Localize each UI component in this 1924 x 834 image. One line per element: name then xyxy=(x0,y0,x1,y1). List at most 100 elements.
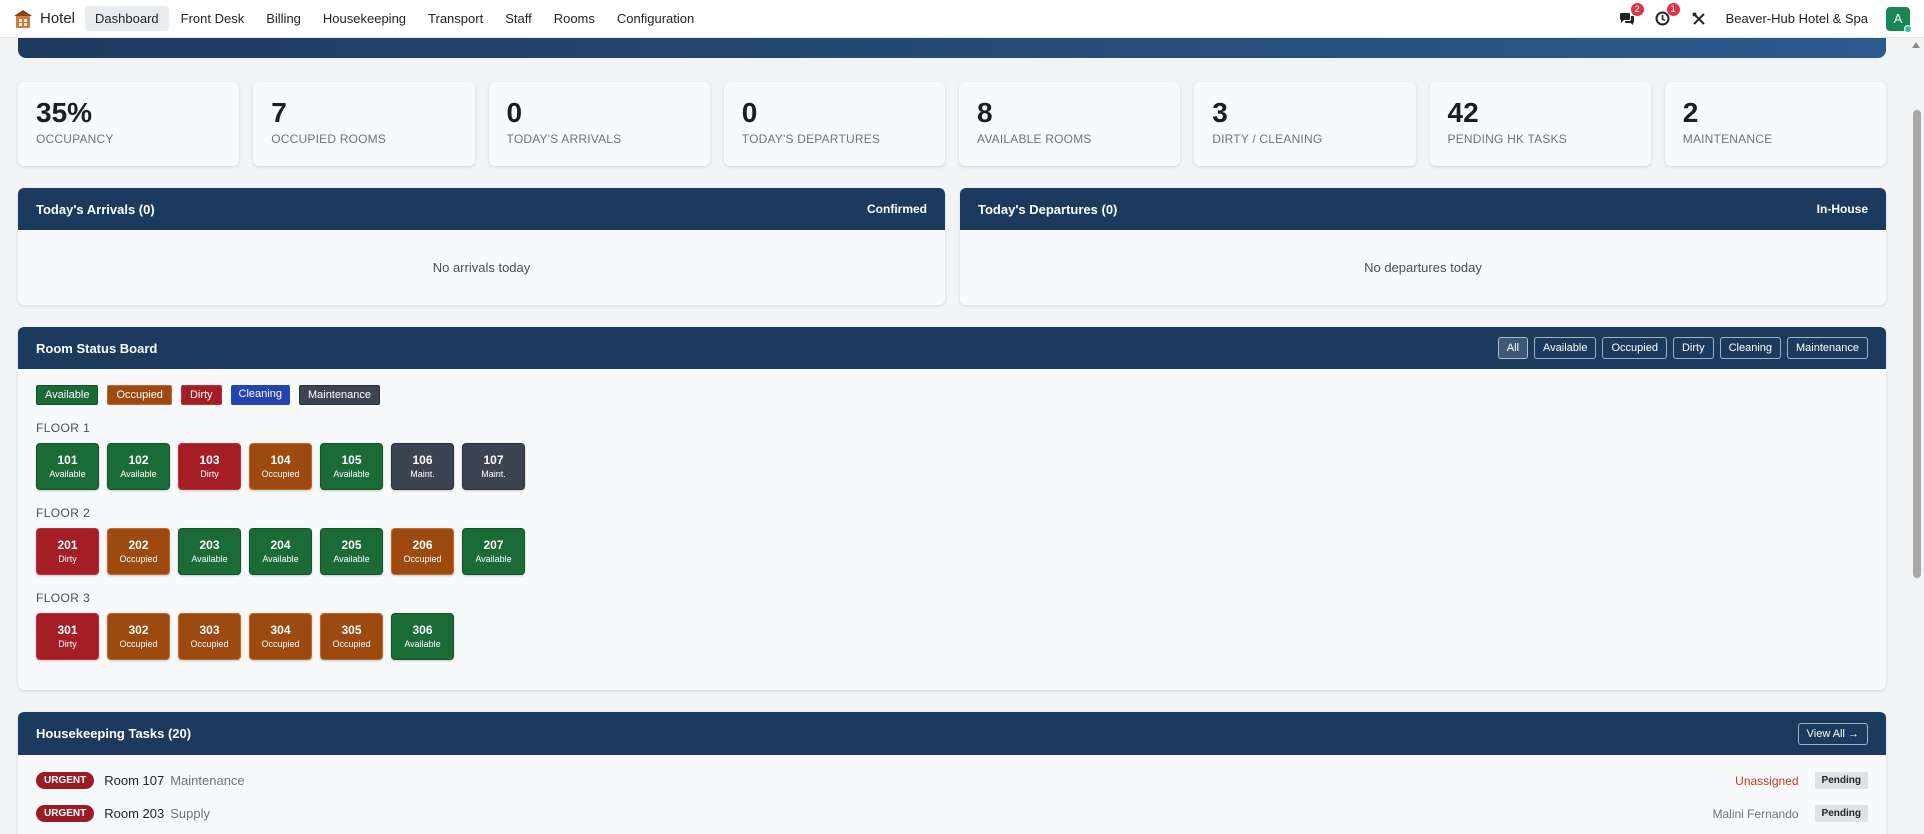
room-number: 201 xyxy=(57,538,78,552)
alerts-button[interactable]: 1 xyxy=(1654,2,1680,28)
room-tile[interactable]: 105 Available xyxy=(320,443,383,490)
filter-available-button[interactable]: Available xyxy=(1534,337,1597,359)
room-tile[interactable]: 107 Maint. xyxy=(462,443,525,490)
messages-badge: 2 xyxy=(1630,2,1644,16)
brand[interactable]: Hotel xyxy=(14,9,75,28)
room-status: Available xyxy=(333,554,370,564)
room-tile[interactable]: 207 Available xyxy=(462,528,525,575)
room-status: Occupied xyxy=(119,639,158,649)
room-tile[interactable]: 205 Available xyxy=(320,528,383,575)
room-tile[interactable]: 302 Occupied xyxy=(107,613,170,660)
room-tile[interactable]: 103 Dirty xyxy=(178,443,241,490)
legend-occupied: Occupied xyxy=(107,385,172,405)
panel-title: Room Status Board xyxy=(36,340,158,356)
stat-value: 35% xyxy=(36,97,93,128)
view-all-button[interactable]: View All → xyxy=(1797,722,1868,745)
room-number: 202 xyxy=(128,538,149,552)
user-avatar[interactable]: A xyxy=(1886,6,1912,33)
room-number: 207 xyxy=(483,538,504,552)
priority-badge: URGENT xyxy=(36,772,95,789)
room-tile[interactable]: 305 Occupied xyxy=(320,613,383,660)
filter-dirty-button[interactable]: Dirty xyxy=(1672,337,1714,359)
room-status: Dirty xyxy=(200,469,219,479)
room-tile[interactable]: 102 Available xyxy=(107,443,170,490)
panel-header: Room Status Board All Available Occupied… xyxy=(18,327,1886,369)
messages-button[interactable]: 2 xyxy=(1618,2,1644,28)
room-status: Available xyxy=(191,554,228,564)
tools-button[interactable] xyxy=(1690,10,1708,28)
task-assignee: Unassigned xyxy=(1735,773,1799,788)
stat-value: 42 xyxy=(1447,97,1479,128)
room-status: Occupied xyxy=(190,639,229,649)
room-tile[interactable]: 301 Dirty xyxy=(36,613,99,660)
filter-cleaning-button[interactable]: Cleaning xyxy=(1719,337,1781,359)
floor-2-rooms: 201 Dirty 202 Occupied 203 Available 204 Ava… xyxy=(36,528,1886,575)
task-room: Room 203 xyxy=(104,806,165,821)
room-status: Maint. xyxy=(481,469,506,479)
stat-card-departures: 0 Today's Departures xyxy=(723,82,945,166)
room-status: Occupied xyxy=(261,639,300,649)
panel-header: Housekeeping Tasks (20) View All → xyxy=(18,712,1886,755)
stat-value: 3 xyxy=(1212,97,1228,128)
avatar-initial: A xyxy=(1893,11,1903,26)
legend-maintenance: Maintenance xyxy=(298,385,380,405)
stat-value: 7 xyxy=(271,97,287,128)
task-room: Room 107 xyxy=(104,773,165,788)
room-tile[interactable]: 206 Occupied xyxy=(391,528,454,575)
room-tile[interactable]: 306 Available xyxy=(391,613,454,660)
welcome-banner xyxy=(18,38,1886,58)
floor-label: FLOOR 1 xyxy=(36,421,91,435)
panel-title: Housekeeping Tasks (20) xyxy=(36,726,192,741)
room-status: Occupied xyxy=(119,554,158,564)
stat-value: 0 xyxy=(506,97,523,128)
room-status: Available xyxy=(333,469,370,479)
room-tile[interactable]: 106 Maint. xyxy=(391,443,454,490)
room-tile[interactable]: 101 Available xyxy=(36,443,99,490)
nav-housekeeping[interactable]: Housekeeping xyxy=(313,6,416,31)
scrollbar-thumb[interactable] xyxy=(1913,110,1921,578)
room-tile[interactable]: 303 Occupied xyxy=(178,613,241,660)
room-tile[interactable]: 201 Dirty xyxy=(36,528,99,575)
nav-rooms[interactable]: Rooms xyxy=(544,6,605,31)
nav-configuration[interactable]: Configuration xyxy=(607,6,704,31)
stats-row: 35% Occupancy 7 Occupied Rooms 0 Today's… xyxy=(18,82,1886,166)
room-number: 102 xyxy=(128,453,149,467)
departures-panel: Today's Departures (0) In-House No depar… xyxy=(960,188,1886,305)
nav-front-desk[interactable]: Front Desk xyxy=(171,6,255,31)
scroll-up-arrow-icon[interactable] xyxy=(1912,42,1920,48)
room-number: 103 xyxy=(199,453,220,467)
floor-label: FLOOR 3 xyxy=(36,591,91,605)
stat-value: 0 xyxy=(741,97,758,128)
nav-transport[interactable]: Transport xyxy=(418,6,493,31)
filter-maintenance-button[interactable]: Maintenance xyxy=(1787,337,1868,359)
stat-label: Today's Departures xyxy=(741,132,881,146)
nav-billing[interactable]: Billing xyxy=(256,6,311,31)
room-tile[interactable]: 203 Available xyxy=(178,528,241,575)
stat-label: Available Rooms xyxy=(977,132,1092,146)
filter-all-button[interactable]: All xyxy=(1497,337,1529,359)
room-status: Available xyxy=(475,554,512,564)
task-row[interactable]: URGENT Room 107 Maintenance Unassigned P… xyxy=(18,764,1886,797)
nav-staff[interactable]: Staff xyxy=(495,6,542,31)
task-row[interactable]: URGENT Room 203 Supply Malini Fernando P… xyxy=(18,797,1886,830)
room-tile[interactable]: 304 Occupied xyxy=(249,613,312,660)
room-tile[interactable]: 202 Occupied xyxy=(107,528,170,575)
room-number: 304 xyxy=(270,623,291,637)
stat-card-occupied-rooms: 7 Occupied Rooms xyxy=(253,82,475,166)
stat-card-occupancy: 35% Occupancy xyxy=(18,82,240,166)
room-tile[interactable]: 104 Occupied xyxy=(249,443,312,490)
panel-header: Today's Departures (0) In-House xyxy=(960,188,1886,230)
stat-card-maintenance: 2 Maintenance xyxy=(1664,82,1886,166)
top-navbar: Hotel Dashboard Front Desk Billing House… xyxy=(0,0,1924,38)
filter-occupied-button[interactable]: Occupied xyxy=(1602,337,1667,359)
room-status: Available xyxy=(49,469,86,479)
room-status: Available xyxy=(404,639,441,649)
stat-card-available-rooms: 8 Available Rooms xyxy=(959,82,1181,166)
panel-tag: Confirmed xyxy=(867,202,927,216)
room-number: 106 xyxy=(412,453,433,467)
room-number: 107 xyxy=(483,453,504,467)
nav-dashboard[interactable]: Dashboard xyxy=(85,6,169,31)
hotel-selector[interactable]: Beaver-Hub Hotel & Spa xyxy=(1726,11,1868,26)
stat-value: 8 xyxy=(977,97,993,128)
room-tile[interactable]: 204 Available xyxy=(249,528,312,575)
